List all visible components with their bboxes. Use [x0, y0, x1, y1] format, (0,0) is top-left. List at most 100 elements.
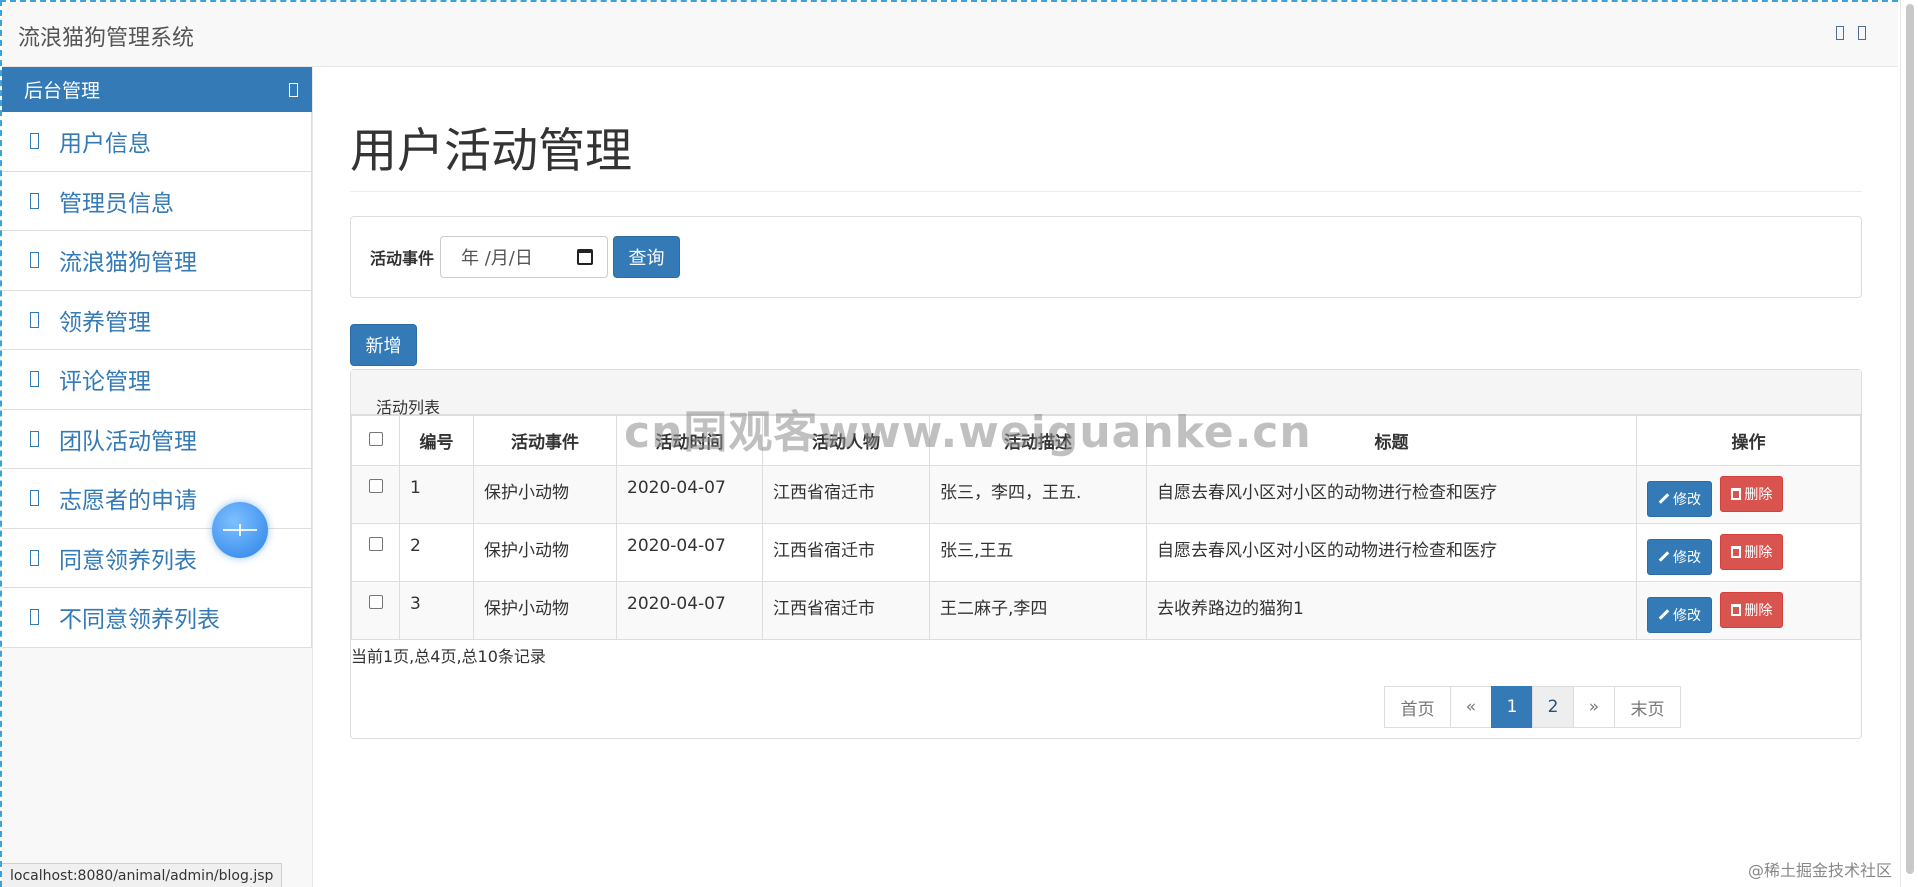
page-1[interactable]: 1 [1491, 686, 1533, 728]
top-navbar: 流浪猫狗管理系统 [2, 2, 1898, 67]
header-id[interactable]: 编号 [399, 415, 474, 466]
corner-watermark: @稀土掘金技术社区 [1747, 861, 1892, 880]
row-checkbox[interactable] [368, 537, 383, 551]
cell-title: 自愿去春风小区对小区的动物进行检查和医疗 [1146, 465, 1637, 524]
cell-event: 保护小动物 [473, 465, 617, 524]
animals-icon [30, 252, 39, 269]
sidebar-item-admin-info[interactable]: 管理员信息 [2, 171, 312, 231]
search-label: 活动事件 [370, 249, 435, 268]
cell-id: 2 [399, 523, 474, 582]
sidebar-item-label: 用户信息 [59, 131, 151, 158]
table-header-row: 编号 活动事件 活动时间 活动人物 活动描述 标题 操作 [351, 415, 1861, 466]
table-caption: 活动列表 [351, 370, 1861, 417]
select-all-checkbox[interactable] [368, 431, 383, 446]
edit-button[interactable]: 修改 [1647, 596, 1712, 633]
approved-icon [30, 549, 39, 566]
row-checkbox-cell [351, 581, 400, 640]
search-panel: 活动事件 年 /月/日 查询 [350, 216, 1862, 298]
vertical-scrollbar[interactable] [1900, 0, 1918, 887]
activity-table: 编号 活动事件 活动时间 活动人物 活动描述 标题 操作 1 保护小动物 202… [351, 415, 1861, 640]
delete-button[interactable]: 删除 [1720, 592, 1784, 628]
collapse-icon[interactable] [289, 82, 298, 97]
volunteer-icon [30, 490, 39, 507]
page-next[interactable]: » [1573, 686, 1615, 728]
page-prev[interactable]: « [1450, 686, 1492, 728]
pencil-icon [1658, 551, 1670, 562]
cell-actions: 修改 删除 [1636, 523, 1861, 582]
row-checkbox[interactable] [368, 479, 383, 493]
sidebar-item-label: 不同意领养列表 [59, 607, 220, 634]
edit-label: 修改 [1673, 607, 1701, 624]
header-description[interactable]: 活动描述 [929, 415, 1147, 466]
header-title[interactable]: 标题 [1146, 415, 1637, 466]
scrollbar-thumb[interactable] [1906, 4, 1914, 874]
sidebar-item-rejected-adoptions[interactable]: 不同意领养列表 [2, 588, 312, 648]
cell-title: 自愿去春风小区对小区的动物进行检查和医疗 [1146, 523, 1637, 582]
header-event[interactable]: 活动事件 [473, 415, 617, 466]
sidebar-item-label: 管理员信息 [59, 190, 174, 217]
date-input[interactable]: 年 /月/日 [440, 236, 609, 278]
cell-date: 2020-04-07 [616, 581, 763, 640]
user-icon[interactable] [1836, 26, 1844, 40]
logout-icon[interactable] [1858, 26, 1866, 40]
date-placeholder: 年 /月/日 [461, 248, 533, 269]
delete-button[interactable]: 删除 [1720, 476, 1784, 512]
cell-place: 江西省宿迁市 [762, 523, 930, 582]
sidebar-item-comments[interactable]: 评论管理 [2, 350, 312, 410]
row-checkbox-cell [351, 523, 400, 582]
sidebar-item-adoption[interactable]: 领养管理 [2, 290, 312, 350]
page-last[interactable]: 末页 [1614, 686, 1681, 728]
row-checkbox[interactable] [368, 595, 383, 609]
status-url: localhost:8080/animal/admin/blog.jsp [2, 863, 283, 887]
app-title[interactable]: 流浪猫狗管理系统 [18, 20, 194, 52]
header-people[interactable]: 活动人物 [762, 415, 930, 466]
cell-date: 2020-04-07 [616, 465, 763, 524]
sidebar-header-label: 后台管理 [24, 80, 101, 102]
trash-icon [1731, 604, 1742, 616]
crosshair-icon-vertical [239, 524, 241, 536]
edit-button[interactable]: 修改 [1647, 480, 1712, 517]
page-title: 用户活动管理 [350, 112, 1862, 192]
trash-icon [1731, 488, 1742, 500]
pencil-icon [1658, 493, 1670, 504]
page-info: 当前1页,总4页,总10条记录 [351, 647, 546, 666]
cell-place: 江西省宿迁市 [762, 581, 930, 640]
table-row: 1 保护小动物 2020-04-07 江西省宿迁市 张三，李四，王五. 自愿去春… [351, 465, 1861, 524]
header-actions: 操作 [1636, 415, 1861, 466]
sidebar-item-label: 同意领养列表 [59, 547, 197, 574]
header-date[interactable]: 活动时间 [616, 415, 763, 466]
admin-info-icon [30, 192, 39, 209]
calendar-icon[interactable] [577, 249, 594, 265]
edit-button[interactable]: 修改 [1647, 538, 1712, 575]
sidebar-item-label: 领养管理 [59, 309, 151, 336]
team-icon [30, 430, 39, 447]
sidebar-item-team-activities[interactable]: 团队活动管理 [2, 409, 312, 469]
sidebar-header[interactable]: 后台管理 [2, 67, 312, 112]
edit-label: 修改 [1673, 549, 1701, 566]
cell-actions: 修改 删除 [1636, 465, 1861, 524]
delete-button[interactable]: 删除 [1720, 534, 1784, 570]
row-checkbox-cell [351, 465, 400, 524]
page-2[interactable]: 2 [1532, 686, 1574, 728]
cell-id: 1 [399, 465, 474, 524]
rejected-icon [30, 609, 39, 626]
floating-assistant-ball[interactable] [212, 502, 268, 558]
pagination: 首页 « 1 2 » 末页 [1384, 686, 1681, 728]
cell-event: 保护小动物 [473, 581, 617, 640]
trash-icon [1731, 546, 1742, 558]
cell-people: 王二麻子,李四 [929, 581, 1147, 640]
delete-label: 删除 [1744, 545, 1773, 561]
cell-date: 2020-04-07 [616, 523, 763, 582]
add-button[interactable]: 新增 [350, 324, 417, 366]
page-first[interactable]: 首页 [1384, 686, 1451, 728]
navbar-icons [1836, 26, 1866, 40]
sidebar-item-user-info[interactable]: 用户信息 [2, 112, 312, 172]
search-button[interactable]: 查询 [613, 236, 681, 278]
sidebar-item-stray-animals[interactable]: 流浪猫狗管理 [2, 231, 312, 291]
pencil-icon [1658, 609, 1670, 620]
table-row: 2 保护小动物 2020-04-07 江西省宿迁市 张三,王五 自愿去春风小区对… [351, 523, 1861, 582]
cell-people: 张三，李四，王五. [929, 465, 1147, 524]
adoption-icon [30, 311, 39, 328]
sidebar-item-label: 评论管理 [59, 369, 151, 396]
table-panel: 活动列表 编号 活动事件 活动时间 活动人物 活动描述 标题 操作 1 保护小动… [350, 369, 1862, 739]
